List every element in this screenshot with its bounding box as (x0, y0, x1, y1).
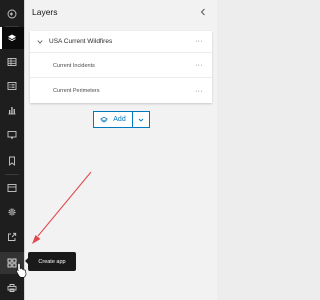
tables-button[interactable] (0, 51, 24, 73)
panel-title: Layers (32, 7, 58, 17)
popups-button[interactable] (0, 124, 24, 146)
media-button[interactable] (0, 177, 24, 199)
gear-icon (8, 208, 16, 216)
back-button[interactable] (0, 3, 24, 25)
popup-window-icon (7, 131, 17, 140)
collapse-panel-button[interactable] (197, 6, 209, 18)
caret-down-icon[interactable] (37, 39, 43, 45)
add-split-button: Add (93, 111, 150, 128)
legend-list-icon (7, 82, 17, 90)
bookmark-icon (9, 156, 15, 166)
layer-row[interactable]: Current Perimeters ··· (30, 79, 212, 103)
layer-list: USA Current Wildfires ··· Current Incide… (30, 31, 212, 103)
active-indicator (0, 27, 2, 49)
settings-button[interactable] (0, 201, 24, 223)
hand-cursor-icon (16, 262, 27, 278)
layers-icon (100, 116, 109, 122)
share-icon (8, 232, 17, 241)
add-button[interactable]: Add (93, 111, 133, 128)
action-toolbar (0, 0, 24, 300)
more-options-button[interactable]: ··· (193, 61, 205, 71)
layers-button[interactable] (0, 27, 24, 49)
print-icon (7, 284, 17, 292)
layer-label: Current Incidents (53, 62, 95, 69)
more-options-button[interactable]: ··· (193, 86, 205, 96)
share-button[interactable] (0, 226, 24, 248)
add-button-label: Add (113, 116, 126, 123)
bar-chart-icon (8, 107, 16, 115)
tooltip-text: Create app (38, 258, 66, 265)
more-options-button[interactable]: ··· (193, 37, 205, 47)
layer-label: Current Perimeters (53, 88, 100, 94)
group-layer-row[interactable]: USA Current Wildfires ··· (30, 31, 212, 53)
layer-row[interactable]: Current Incidents ··· (30, 54, 212, 78)
bookmarks-button[interactable] (0, 150, 24, 172)
circle-arrow-left-icon (7, 9, 17, 19)
group-layer-label: USA Current Wildfires (49, 38, 113, 45)
panel-header: Layers (25, 0, 218, 24)
image-icon (7, 184, 17, 192)
add-dropdown-button[interactable] (133, 111, 150, 128)
legend-button[interactable] (0, 75, 24, 97)
layers-icon (8, 34, 16, 42)
tooltip: Create app (25, 252, 76, 271)
print-button[interactable] (0, 277, 24, 299)
toolbar-divider (5, 174, 19, 175)
chevron-left-icon (200, 8, 205, 16)
charts-button[interactable] (0, 99, 24, 121)
table-icon (7, 58, 17, 66)
chevron-down-icon (138, 118, 144, 122)
